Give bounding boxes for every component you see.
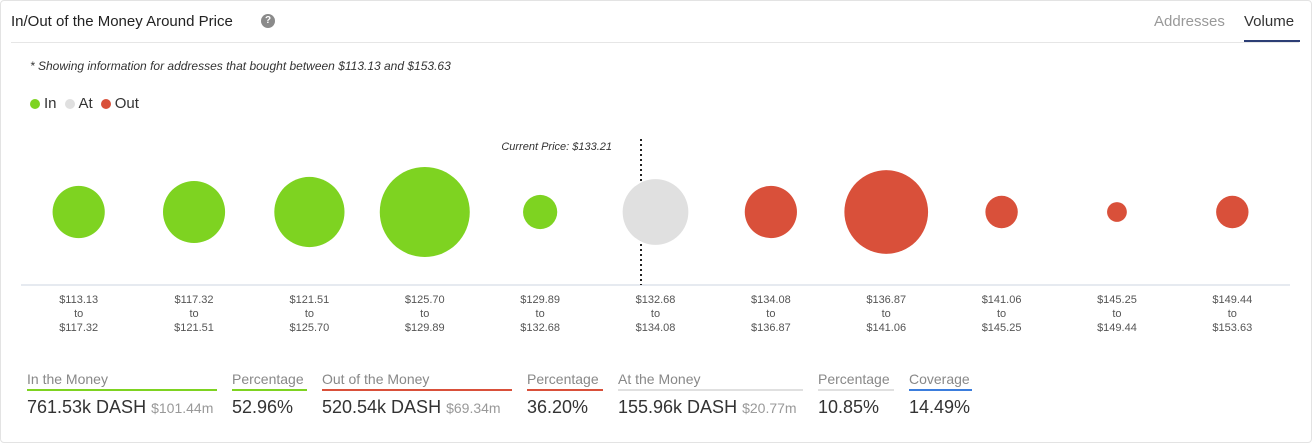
bucket-label: $136.87 to $141.06 — [829, 293, 944, 335]
bucket-label-line: $113.13 — [59, 294, 99, 306]
bucket-label-line: $134.08 — [750, 294, 791, 306]
bucket-label: $113.13 to $117.32 — [21, 293, 136, 335]
at-label: At the Money — [618, 371, 803, 391]
bucket-label-line: $121.51 — [289, 294, 330, 306]
bucket-label-line: $145.25 — [1097, 294, 1137, 306]
stat-in-percentage: Percentage 52.96% — [232, 371, 307, 418]
bucket-label-line: $149.44 — [1097, 322, 1137, 334]
bucket-label-line: to — [420, 308, 430, 320]
in-pct-label: Percentage — [232, 371, 307, 391]
at-value: 155.96k DASH — [618, 397, 738, 417]
bucket-label-line: to — [881, 308, 891, 320]
in-label: In the Money — [27, 371, 217, 391]
coverage-value: 14.49% — [909, 397, 971, 417]
bucket-label-line: to — [304, 308, 314, 320]
bucket-label-line: $132.68 — [635, 294, 676, 306]
bubble-out[interactable] — [844, 170, 929, 254]
bubble-at[interactable] — [622, 179, 689, 245]
bucket-label-line: to — [189, 308, 199, 320]
stat-at-the-money: At the Money 155.96k DASH $20.77m — [618, 371, 803, 418]
bucket-label-line: to — [1112, 308, 1122, 320]
stat-at-percentage: Percentage 10.85% — [818, 371, 894, 418]
bubble-out[interactable] — [1107, 202, 1127, 222]
in-out-money-card: In/Out of the Money Around Price ? Addre… — [0, 0, 1312, 443]
stat-out-percentage: Percentage 36.20% — [527, 371, 603, 418]
bucket-label-line: $141.06 — [981, 294, 1022, 306]
bucket-label-line: to — [535, 308, 545, 320]
in-pct: 52.96% — [232, 397, 294, 417]
bucket-label: $149.44 to $153.63 — [1175, 293, 1290, 335]
out-pct: 36.20% — [527, 397, 589, 417]
stat-out-of-the-money: Out of the Money 520.54k DASH $69.34m — [322, 371, 512, 418]
bucket-label-line: $134.08 — [635, 322, 676, 334]
bubble-in[interactable] — [523, 194, 558, 230]
bucket-label-line: to — [74, 308, 84, 320]
at-pct-label: Percentage — [818, 371, 894, 391]
out-label: Out of the Money — [322, 371, 512, 391]
bucket-label-line: $117.32 — [59, 322, 99, 334]
in-value: 761.53k DASH — [27, 397, 147, 417]
stat-in-the-money: In the Money 761.53k DASH $101.44m — [27, 371, 217, 418]
bucket-label-line: $129.89 — [520, 294, 560, 306]
bubble-out[interactable] — [1216, 195, 1249, 229]
bubble-out[interactable] — [985, 195, 1018, 229]
bucket-label-line: to — [650, 308, 661, 320]
bucket-label-line: $125.70 — [289, 322, 330, 334]
bucket-label-line: $136.87 — [750, 322, 791, 334]
bucket-label-line: $125.70 — [404, 294, 445, 306]
bucket-label: $125.70 to $129.89 — [367, 293, 482, 335]
bubble-in[interactable] — [379, 167, 470, 257]
out-pct-label: Percentage — [527, 371, 603, 391]
bubble-in[interactable] — [52, 185, 105, 239]
bucket-label-line: $145.25 — [981, 322, 1022, 334]
bucket-label: $132.68 to $134.08 — [598, 293, 713, 335]
bucket-label-line: $149.44 — [1212, 294, 1253, 306]
current-price-label: Current Price: $133.21 — [501, 141, 612, 153]
bucket-label: $134.08 to $136.87 — [713, 293, 828, 335]
bucket-label-line: to — [996, 308, 1007, 320]
bucket-label: $141.06 to $145.25 — [944, 293, 1059, 335]
out-value: 520.54k DASH — [322, 397, 442, 417]
bucket-label: $129.89 to $132.68 — [483, 293, 598, 335]
out-usd: $69.34m — [446, 400, 501, 416]
at-pct: 10.85% — [818, 397, 880, 417]
bubble-in[interactable] — [162, 180, 226, 244]
in-usd: $101.44m — [151, 400, 214, 416]
bucket-label-line: $129.89 — [404, 322, 445, 334]
bucket-label: $145.25 to $149.44 — [1059, 293, 1174, 335]
at-usd: $20.77m — [742, 400, 797, 416]
bucket-label: $121.51 to $125.70 — [252, 293, 367, 335]
bucket-label-line: $117.32 — [174, 294, 214, 306]
bucket-label-line: $121.51 — [174, 322, 214, 334]
bubble-out[interactable] — [744, 185, 797, 239]
bucket-label-line: $153.63 — [1212, 322, 1253, 334]
bubble-in[interactable] — [274, 176, 345, 248]
bucket-label-line: to — [1227, 308, 1237, 320]
bucket-label: $117.32 to $121.51 — [137, 293, 252, 335]
stat-coverage: Coverage 14.49% — [909, 371, 972, 418]
bucket-label-line: $132.68 — [520, 322, 560, 334]
coverage-label: Coverage — [909, 371, 972, 391]
bucket-label-line: $136.87 — [866, 294, 907, 306]
bucket-label-line: to — [766, 308, 776, 320]
bucket-label-line: $141.06 — [866, 322, 907, 334]
